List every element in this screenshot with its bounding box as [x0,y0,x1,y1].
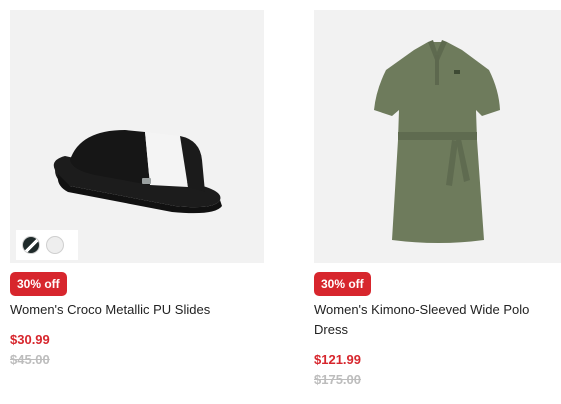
product-name-link[interactable]: Women's Kimono-Sleeved Wide Polo Dress [314,300,559,340]
original-price: $175.00 [314,372,361,387]
product-image[interactable] [10,10,264,263]
color-swatch-white[interactable] [46,236,64,254]
product-name-link[interactable]: Women's Croco Metallic PU Slides [10,300,210,320]
polo-dress-image [374,40,500,243]
color-swatch-black-white[interactable] [22,236,40,254]
discount-badge: 30% off [10,272,67,296]
sale-price: $121.99 [314,352,361,367]
original-price: $45.00 [10,352,50,367]
slide-sandal-image [53,130,222,214]
product-image[interactable] [314,10,561,263]
color-swatches [16,230,78,260]
sale-price: $30.99 [10,332,50,347]
discount-badge: 30% off [314,272,371,296]
